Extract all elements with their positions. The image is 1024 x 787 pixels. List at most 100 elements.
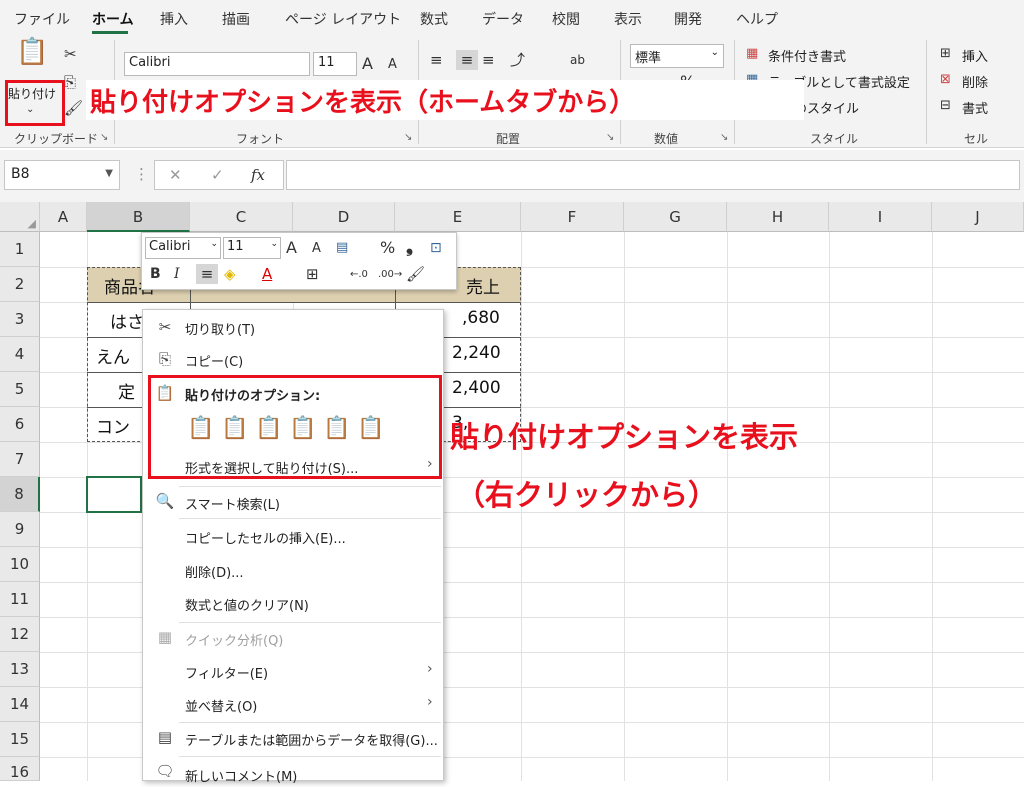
row-header[interactable]: 8 xyxy=(0,477,40,512)
menu-item-copy[interactable]: コピー(C) xyxy=(185,351,243,370)
format-painter-icon[interactable]: 🖌 xyxy=(64,98,83,118)
tab-insert[interactable]: 挿入 xyxy=(160,9,188,29)
percent-icon[interactable]: % xyxy=(380,238,395,258)
increase-decimal-icon[interactable]: ←.0 xyxy=(350,265,368,285)
formula-input[interactable] xyxy=(286,160,1020,190)
insert-cells-icon[interactable]: ⊞ xyxy=(940,44,951,64)
conditional-format-icon[interactable]: ▦ xyxy=(746,44,758,64)
tab-data[interactable]: データ xyxy=(482,9,524,29)
mini-font-select[interactable]: Calibri ⌄ xyxy=(145,237,221,259)
decrease-decimal-icon[interactable]: .00→ xyxy=(378,265,402,285)
menu-item-sort[interactable]: 並べ替え(O) xyxy=(185,696,257,715)
font-grow-icon[interactable]: A xyxy=(362,54,373,74)
cell-e2[interactable]: 売上 xyxy=(466,273,500,298)
name-box[interactable]: B8 ▼ xyxy=(4,160,120,190)
tab-review[interactable]: 校閲 xyxy=(552,9,580,29)
cancel-icon[interactable]: ✕ xyxy=(169,165,182,185)
align-middle-icon[interactable]: ≡ xyxy=(456,50,478,70)
cell-b5[interactable]: 定 xyxy=(118,378,135,403)
column-header[interactable]: I xyxy=(829,202,932,232)
column-header[interactable]: F xyxy=(521,202,624,232)
font-shrink-icon[interactable]: A xyxy=(388,55,397,75)
row-header[interactable]: 10 xyxy=(0,547,40,582)
cell-e4[interactable]: 2,240 xyxy=(452,343,501,363)
merge-icon[interactable]: ⊡ xyxy=(430,238,442,258)
number-format-select[interactable]: 標準 ⌄ xyxy=(630,44,724,68)
wrap-text-icon[interactable]: ab xyxy=(570,50,585,70)
row-header[interactable]: 15 xyxy=(0,722,40,757)
row-header[interactable]: 2 xyxy=(0,267,40,302)
format-painter-icon[interactable]: 🖌 xyxy=(406,264,425,284)
copy-icon[interactable]: ⎘ xyxy=(64,72,76,92)
cut-icon[interactable]: ✂ xyxy=(64,44,77,64)
select-all-corner[interactable]: ◢ xyxy=(0,202,40,232)
row-header[interactable]: 13 xyxy=(0,652,40,687)
column-header[interactable]: J xyxy=(932,202,1024,232)
bold-button[interactable]: B xyxy=(150,264,161,284)
format-cells-button[interactable]: 書式 xyxy=(962,98,988,117)
font-launcher-icon[interactable]: ↘ xyxy=(404,132,412,143)
row-header[interactable]: 1 xyxy=(0,232,40,267)
conditional-format-button[interactable]: 条件付き書式 xyxy=(768,46,846,65)
row-header[interactable]: 9 xyxy=(0,512,40,547)
row-header[interactable]: 7 xyxy=(0,442,40,477)
cell-e3[interactable]: ,680 xyxy=(462,308,500,328)
menu-item-filter[interactable]: フィルター(E) xyxy=(185,663,268,682)
font-grow-icon[interactable]: A xyxy=(286,238,297,258)
column-header[interactable]: G xyxy=(624,202,727,232)
insert-function-icon[interactable]: fx xyxy=(251,165,265,185)
align-bottom-icon[interactable]: ≡ xyxy=(482,50,495,70)
fill-color-icon[interactable]: ◈ xyxy=(224,264,236,284)
tab-home[interactable]: ホーム xyxy=(92,9,134,29)
cell-b6[interactable]: コン xyxy=(96,413,130,438)
row-header[interactable]: 12 xyxy=(0,617,40,652)
menu-item-smart-lookup[interactable]: スマート検索(L) xyxy=(185,494,280,513)
row-header[interactable]: 14 xyxy=(0,687,40,722)
delete-cells-button[interactable]: 削除 xyxy=(962,72,988,91)
font-color-icon[interactable]: A xyxy=(262,264,272,284)
tab-formulas[interactable]: 数式 xyxy=(420,9,448,29)
tab-file[interactable]: ファイル xyxy=(14,9,70,29)
column-header[interactable]: H xyxy=(727,202,829,232)
menu-item-delete[interactable]: 削除(D)... xyxy=(185,562,244,581)
row-header[interactable]: 11 xyxy=(0,582,40,617)
column-header[interactable]: B xyxy=(87,202,190,232)
orientation-icon[interactable]: ⤴ xyxy=(510,50,525,70)
borders-icon[interactable]: ⊞ xyxy=(306,264,319,284)
delete-cells-icon[interactable]: ⊠ xyxy=(940,70,951,90)
cell-b3[interactable]: はさ xyxy=(110,308,144,333)
align-top-icon[interactable]: ≡ xyxy=(430,50,443,70)
row-header[interactable]: 5 xyxy=(0,372,40,407)
number-launcher-icon[interactable]: ↘ xyxy=(720,132,728,143)
clipboard-launcher-icon[interactable]: ↘ xyxy=(100,132,108,143)
mini-size-select[interactable]: 11 ⌄ xyxy=(223,237,281,259)
cell-b4[interactable]: えん xyxy=(96,343,130,368)
menu-item-new-comment[interactable]: 新しいコメント(M) xyxy=(185,766,297,785)
menu-item-clear[interactable]: 数式と値のクリア(N) xyxy=(185,595,309,614)
currency-icon[interactable]: ▤ xyxy=(336,238,348,258)
tab-view[interactable]: 表示 xyxy=(614,9,642,29)
font-shrink-icon[interactable]: A xyxy=(312,239,321,259)
align-center-icon[interactable]: ≡ xyxy=(196,264,218,284)
active-cell[interactable] xyxy=(86,476,142,513)
column-header[interactable]: D xyxy=(293,202,395,232)
tab-developer[interactable]: 開発 xyxy=(674,9,702,29)
comma-style-icon[interactable]: ❟ xyxy=(406,237,413,257)
insert-cells-button[interactable]: 挿入 xyxy=(962,46,988,65)
format-cells-icon[interactable]: ⊟ xyxy=(940,96,951,116)
tab-help[interactable]: ヘルプ xyxy=(736,9,778,29)
row-header[interactable]: 16 xyxy=(0,757,40,781)
menu-item-cut[interactable]: 切り取り(T) xyxy=(185,319,255,338)
row-header[interactable]: 3 xyxy=(0,302,40,337)
enter-icon[interactable]: ✓ xyxy=(211,165,224,185)
font-name-select[interactable]: Calibri xyxy=(124,52,310,76)
menu-item-insert-copied[interactable]: コピーしたセルの挿入(E)... xyxy=(185,528,346,547)
row-header[interactable]: 6 xyxy=(0,407,40,442)
row-header[interactable]: 4 xyxy=(0,337,40,372)
menu-item-get-data[interactable]: テーブルまたは範囲からデータを取得(G)... xyxy=(185,730,438,749)
tab-page-layout[interactable]: ページ レイアウト xyxy=(285,9,401,29)
clipboard-icon[interactable]: 📋 xyxy=(16,39,48,65)
column-header[interactable]: A xyxy=(40,202,87,232)
font-size-select[interactable]: 11 xyxy=(313,52,357,76)
alignment-launcher-icon[interactable]: ↘ xyxy=(606,132,614,143)
